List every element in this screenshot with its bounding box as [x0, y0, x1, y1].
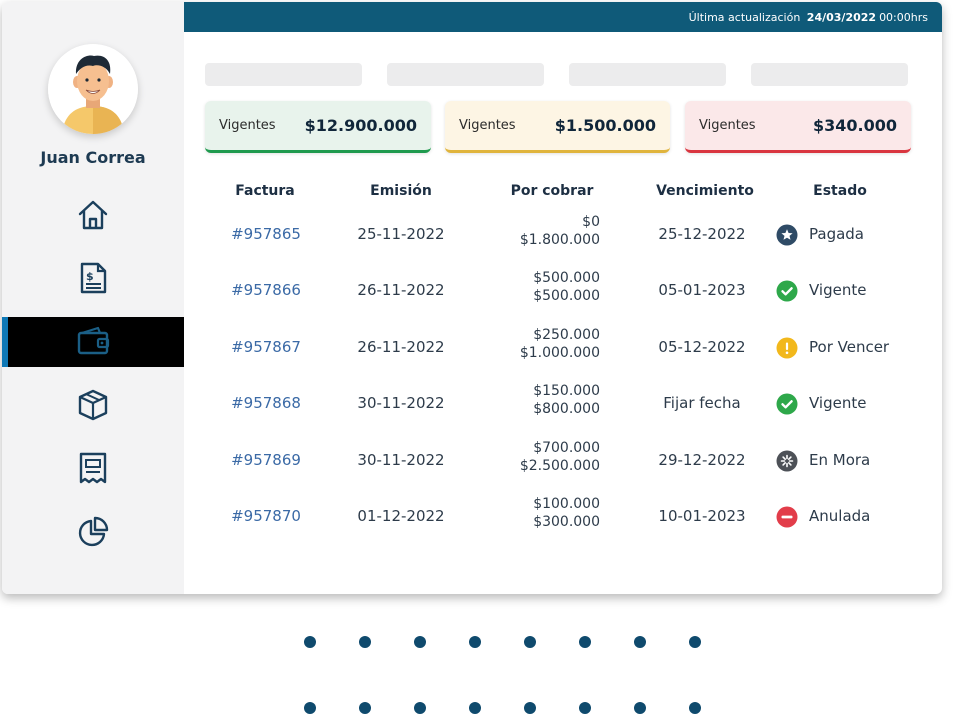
column-header-estado: Estado — [813, 183, 867, 199]
update-bar: Última actualización 24/03/2022 00:00hrs — [184, 2, 942, 32]
decorative-dot — [304, 702, 316, 714]
invoice-number-link[interactable]: #957867 — [216, 338, 316, 356]
decorative-dot — [359, 636, 371, 648]
invoice-number-link[interactable]: #957868 — [216, 394, 316, 412]
amount-receivable: $0 $1.800.000 — [480, 213, 600, 249]
amount-total: $1.000.000 — [519, 345, 600, 361]
column-header-vencimiento: Vencimiento — [656, 183, 754, 199]
user-avatar-image — [48, 44, 138, 134]
issue-date: 01-12-2022 — [357, 507, 445, 525]
issue-date: 25-11-2022 — [357, 225, 445, 243]
user-name: Juan Correa — [40, 148, 146, 167]
due-date: 29-12-2022 — [658, 451, 746, 469]
decorative-dot — [524, 702, 536, 714]
table-row[interactable]: #957868 30-11-2022 $150.000 $800.000 Fijar f… — [2, 374, 942, 430]
avatar[interactable] — [48, 44, 138, 134]
due-date: 25-12-2022 — [658, 225, 746, 243]
decorative-dot — [634, 636, 646, 648]
minus-icon — [776, 506, 798, 528]
amount-pending: $150.000 — [533, 383, 600, 399]
decorative-dot — [304, 636, 316, 648]
issue-date: 30-11-2022 — [357, 394, 445, 412]
summary-card-yellow[interactable]: Vigentes $1.500.000 — [445, 101, 670, 153]
update-date: 24/03/2022 — [806, 10, 877, 24]
summary-card-green[interactable]: Vigentes $12.900.000 — [205, 101, 431, 153]
amount-total: $1.800.000 — [519, 232, 600, 248]
due-date: 10-01-2023 — [658, 507, 746, 525]
star-icon — [776, 224, 798, 246]
check-icon — [776, 280, 798, 302]
card-amount: $12.900.000 — [304, 116, 417, 135]
amount-pending: $0 — [582, 214, 600, 230]
decorative-dot — [414, 636, 426, 648]
amount-receivable: $100.000 $300.000 — [480, 495, 600, 531]
card-amount: $1.500.000 — [554, 116, 656, 135]
issue-date: 30-11-2022 — [357, 451, 445, 469]
card-label: Vigentes — [699, 118, 756, 133]
update-label: Última actualización — [688, 10, 801, 24]
decorative-dot — [579, 636, 591, 648]
placeholder-bar — [751, 63, 908, 86]
issue-date: 26-11-2022 — [357, 338, 445, 356]
status-label: Anulada — [809, 507, 871, 525]
amount-receivable: $250.000 $1.000.000 — [480, 326, 600, 362]
amount-pending: $500.000 — [533, 270, 600, 286]
status-label: Vigente — [809, 281, 867, 299]
table-row[interactable]: #957869 30-11-2022 $700.000 $2.500.000 29-12… — [2, 431, 942, 487]
decorative-dot — [414, 702, 426, 714]
amount-total: $500.000 — [533, 288, 600, 304]
column-header-por-cobrar: Por cobrar — [510, 183, 594, 199]
amount-pending: $250.000 — [533, 327, 600, 343]
asterisk-icon — [776, 450, 798, 472]
decorative-dot — [579, 702, 591, 714]
summary-card-red[interactable]: Vigentes $340.000 — [685, 101, 911, 153]
amount-pending: $700.000 — [533, 440, 600, 456]
status-label: Por Vencer — [809, 338, 890, 356]
amount-total: $2.500.000 — [519, 458, 600, 474]
due-date: Fijar fecha — [663, 394, 741, 412]
decorative-dot — [689, 702, 701, 714]
update-time: 00:00hrs — [879, 10, 928, 24]
decorative-dot — [689, 636, 701, 648]
invoice-number-link[interactable]: #957870 — [216, 507, 316, 525]
table-row[interactable]: #957867 26-11-2022 $250.000 $1.000.000 05-12… — [2, 318, 942, 374]
status-label: Vigente — [809, 394, 867, 412]
table-row[interactable]: #957865 25-11-2022 $0 $1.800.000 25-12-2022 P… — [2, 205, 942, 261]
decorative-dot — [469, 702, 481, 714]
invoice-number-link[interactable]: #957865 — [216, 225, 316, 243]
amount-receivable: $150.000 $800.000 — [480, 382, 600, 418]
check-icon — [776, 393, 798, 415]
exclamation-icon — [776, 337, 798, 359]
placeholder-bar — [387, 63, 544, 86]
decorative-dot — [469, 636, 481, 648]
amount-receivable: $500.000 $500.000 — [480, 269, 600, 305]
due-date: 05-12-2022 — [658, 338, 746, 356]
amount-pending: $100.000 — [533, 496, 600, 512]
amount-receivable: $700.000 $2.500.000 — [480, 439, 600, 475]
amount-total: $800.000 — [533, 401, 600, 417]
app-window: Juan Correa $ Última actualización 24/03… — [2, 2, 942, 594]
status-label: En Mora — [809, 451, 871, 469]
decorative-dot — [359, 702, 371, 714]
amount-total: $300.000 — [533, 514, 600, 530]
decorative-dot — [524, 636, 536, 648]
card-label: Vigentes — [219, 118, 276, 133]
status-label: Pagada — [809, 225, 864, 243]
issue-date: 26-11-2022 — [357, 281, 445, 299]
column-header-factura: Factura — [235, 183, 295, 199]
card-amount: $340.000 — [812, 116, 897, 135]
placeholder-bar — [205, 63, 362, 86]
table-row[interactable]: #957866 26-11-2022 $500.000 $500.000 05-01-2… — [2, 261, 942, 317]
invoice-number-link[interactable]: #957866 — [216, 281, 316, 299]
placeholder-bar — [569, 63, 726, 86]
due-date: 05-01-2023 — [658, 281, 746, 299]
invoice-number-link[interactable]: #957869 — [216, 451, 316, 469]
column-header-emision: Emisión — [370, 183, 432, 199]
decorative-dot — [634, 702, 646, 714]
card-label: Vigentes — [459, 118, 516, 133]
table-row[interactable]: #957870 01-12-2022 $100.000 $300.000 10-01-2… — [2, 487, 942, 543]
